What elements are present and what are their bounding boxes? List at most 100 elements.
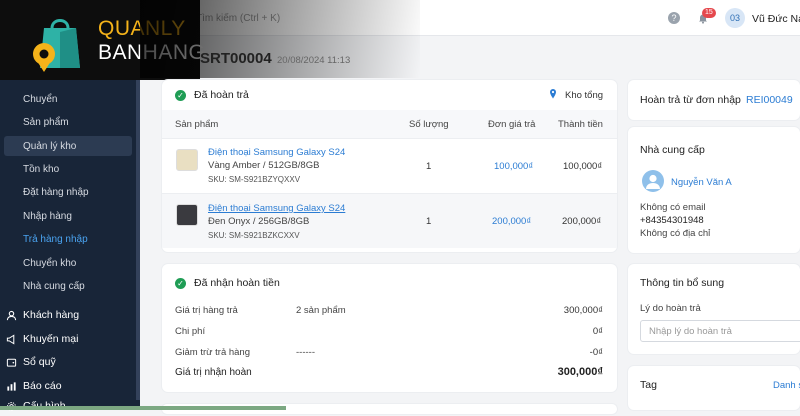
sidebar-item-so-quy[interactable]: Sổ quỹ bbox=[0, 352, 136, 372]
line-label: Giá trị hàng trả bbox=[175, 305, 238, 316]
sidebar-item-label: Tồn kho bbox=[23, 163, 60, 175]
tag-card: Tag Danh s bbox=[628, 366, 800, 410]
product-sku: SKU: SM-S921BZYQXXV bbox=[208, 175, 301, 184]
sidebar-item-label: Sản phẩm bbox=[23, 116, 69, 128]
sidebar-item-khuyen-mai[interactable]: Khuyến mại bbox=[0, 329, 136, 349]
supplier-email: Không có email bbox=[640, 202, 706, 213]
bottom-progress-bar bbox=[0, 406, 286, 410]
sidebar-item-label: Đặt hàng nhập bbox=[23, 186, 89, 198]
sidebar-item-bao-cao[interactable]: Báo cáo bbox=[0, 376, 136, 396]
sidebar-item-label: Nhập hàng bbox=[23, 210, 72, 222]
brand-line-2: BANHANG bbox=[98, 41, 206, 64]
user-name[interactable]: Vũ Đức Na bbox=[752, 13, 800, 25]
total-value: 300,000₫ bbox=[557, 366, 603, 378]
location-pin-icon bbox=[550, 89, 556, 99]
sidebar-item-chuyen[interactable]: Chuyển bbox=[0, 89, 136, 109]
help-icon[interactable]: ? bbox=[668, 12, 680, 24]
source-order-link[interactable]: REI00049 bbox=[746, 94, 793, 106]
sidebar-item-ton-kho[interactable]: Tồn kho bbox=[0, 159, 136, 179]
supplier-title: Nhà cung cấp bbox=[640, 144, 705, 156]
sidebar-item-label: Sổ quỹ bbox=[23, 356, 56, 368]
sidebar-item-khach-hang[interactable]: Khách hàng bbox=[0, 305, 136, 325]
sidebar-item-label: Báo cáo bbox=[23, 380, 62, 392]
sidebar-item-label: Khách hàng bbox=[23, 309, 80, 321]
sidebar-item-tra-hang-nhap[interactable]: Trả hàng nhập bbox=[0, 229, 136, 249]
line-label: Giảm trừ trả hàng bbox=[175, 347, 250, 358]
source-order-card: Hoàn trả từ đơn nhập REI00049 bbox=[628, 80, 800, 120]
line-mid: ------ bbox=[296, 347, 315, 358]
product-thumbnail bbox=[176, 149, 198, 171]
return-code-title: SRT00004 bbox=[200, 50, 272, 67]
row-divider bbox=[162, 138, 617, 139]
row-price: 100,000₫ bbox=[494, 161, 534, 172]
user-avatar[interactable]: 03 bbox=[725, 8, 745, 28]
user-icon bbox=[5, 309, 17, 321]
search-hint[interactable]: Tìm kiếm (Ctrl + K) bbox=[196, 13, 280, 24]
sidebar-item-dat-hang-nhap[interactable]: Đặt hàng nhập bbox=[0, 182, 136, 202]
sidebar-item-quan-ly-kho[interactable]: Quản lý kho bbox=[4, 136, 132, 156]
brand-logo: QUANLY BANHANG bbox=[0, 0, 205, 80]
sidebar-item-chuyen-kho[interactable]: Chuyển kho bbox=[0, 253, 136, 273]
row-price: 200,000₫ bbox=[492, 216, 532, 227]
sidebar-item-nhap-hang[interactable]: Nhập hàng bbox=[0, 206, 136, 226]
tag-title: Tag bbox=[640, 379, 657, 391]
sidebar-item-nha-cung-cap[interactable]: Nhà cung cấp bbox=[0, 276, 136, 296]
sidebar-item-label: Khuyến mại bbox=[23, 333, 79, 345]
supplier-name-link[interactable]: Nguyễn Văn A bbox=[671, 177, 732, 188]
reason-label: Lý do hoàn trả bbox=[640, 303, 701, 314]
sidebar-item-label: Chuyển bbox=[23, 93, 58, 105]
wallet-icon bbox=[5, 356, 17, 368]
refund-summary-card: ✓ Đã nhận hoàn tiền Giá trị hàng trả 2 s… bbox=[162, 264, 617, 392]
returned-products-card: ✓ Đã hoàn trả Kho tổng Sản phẩm Số lượng… bbox=[162, 80, 617, 252]
product-variant: Đen Onyx / 256GB/8GB bbox=[208, 216, 310, 227]
supplier-address: Không có địa chỉ bbox=[640, 228, 711, 239]
tag-list-link[interactable]: Danh s bbox=[773, 380, 800, 391]
returned-status: Đã hoàn trả bbox=[194, 89, 249, 101]
sidebar-scrollbar[interactable] bbox=[136, 60, 140, 400]
sidebar-item-label: Quản lý kho bbox=[23, 140, 77, 152]
product-sku: SKU: SM-S921BZKCXXV bbox=[208, 231, 300, 240]
warehouse-name[interactable]: Kho tổng bbox=[565, 90, 603, 101]
line-value: -0₫ bbox=[589, 347, 603, 358]
sidebar-item-san-pham[interactable]: Sản phẩm bbox=[0, 112, 136, 132]
user-icon bbox=[646, 174, 660, 189]
sidebar-item-label: Chuyển kho bbox=[23, 257, 77, 269]
col-price: Đơn giá trả bbox=[488, 119, 536, 130]
check-circle-icon: ✓ bbox=[175, 278, 186, 289]
return-date: 20/08/2024 11:13 bbox=[277, 55, 351, 66]
line-value: 0₫ bbox=[592, 326, 603, 337]
col-qty: Số lượng bbox=[409, 119, 449, 130]
total-label: Giá trị nhận hoàn bbox=[175, 367, 252, 378]
product-thumbnail bbox=[176, 204, 198, 226]
row-qty: 1 bbox=[426, 161, 432, 172]
line-mid: 2 sản phẩm bbox=[296, 305, 346, 316]
supplier-phone: +84354301948 bbox=[640, 215, 704, 226]
sidebar-item-label: Nhà cung cấp bbox=[23, 280, 85, 292]
line-label: Chi phí bbox=[175, 326, 206, 337]
chart-icon bbox=[5, 380, 17, 392]
brand-line-1: QUANLY bbox=[98, 17, 186, 40]
refund-status: Đã nhận hoàn tiền bbox=[194, 277, 280, 289]
product-variant: Vàng Amber / 512GB/8GB bbox=[208, 160, 320, 171]
shopping-bag-logo-icon bbox=[33, 19, 80, 72]
table-header bbox=[162, 110, 617, 138]
notification-count-badge: 15 bbox=[702, 8, 716, 18]
product-name-link[interactable]: Điện thoại Samsung Galaxy S24 bbox=[208, 203, 345, 214]
reason-placeholder: Nhập lý do hoàn trả bbox=[649, 326, 732, 337]
col-total: Thành tiền bbox=[558, 119, 603, 130]
source-order-label: Hoàn trả từ đơn nhập bbox=[640, 94, 741, 106]
supplier-card: Nhà cung cấp Nguyễn Văn A Không có email… bbox=[628, 127, 800, 253]
megaphone-icon bbox=[5, 333, 17, 345]
sidebar-item-label: Trả hàng nhập bbox=[23, 233, 88, 245]
product-name-link[interactable]: Điện thoại Samsung Galaxy S24 bbox=[208, 147, 345, 158]
extra-info-title: Thông tin bổ sung bbox=[640, 277, 725, 289]
line-value: 300,000₫ bbox=[563, 305, 603, 316]
col-product: Sản phẩm bbox=[175, 119, 219, 130]
brand-wordmark: QUANLY BANHANG bbox=[98, 17, 205, 65]
row-total: 100,000₫ bbox=[563, 161, 603, 172]
row-divider bbox=[162, 193, 617, 194]
extra-info-card: Thông tin bổ sung Lý do hoàn trả Nhập lý… bbox=[628, 264, 800, 354]
row-qty: 1 bbox=[426, 216, 432, 227]
supplier-avatar bbox=[642, 170, 664, 192]
reason-input[interactable]: Nhập lý do hoàn trả bbox=[640, 320, 800, 342]
